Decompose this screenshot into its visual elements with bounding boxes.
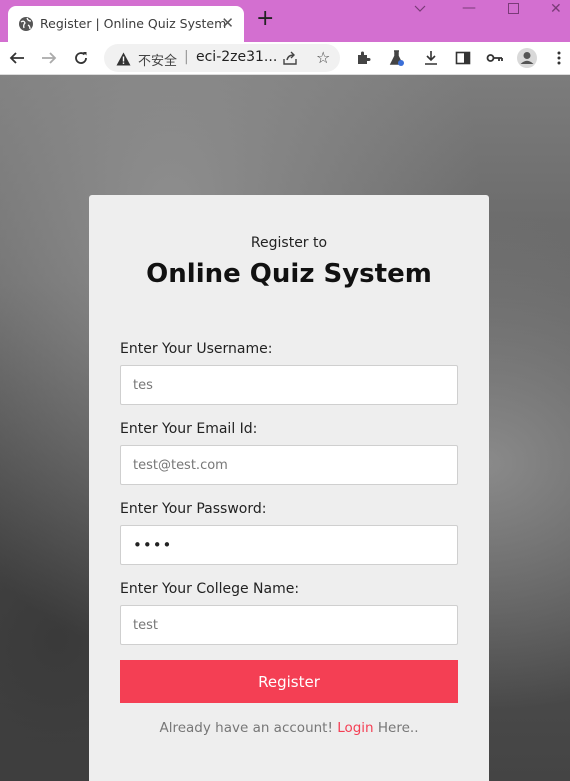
username-label: Enter Your Username: bbox=[120, 341, 273, 357]
email-label: Enter Your Email Id: bbox=[120, 421, 258, 437]
share-icon[interactable] bbox=[282, 50, 298, 70]
url-text[interactable]: eci-2ze31... bbox=[196, 49, 277, 65]
login-link[interactable]: Login bbox=[337, 720, 373, 736]
maximize-icon[interactable] bbox=[508, 2, 519, 18]
username-input[interactable] bbox=[120, 365, 458, 405]
browser-tab[interactable]: Register | Online Quiz System ✕ bbox=[8, 6, 244, 42]
menu-icon[interactable] bbox=[548, 47, 570, 69]
plus-icon[interactable]: + bbox=[256, 8, 274, 30]
college-label: Enter Your College Name: bbox=[120, 581, 300, 597]
profile-icon[interactable] bbox=[516, 47, 538, 69]
page-background: Register to Online Quiz System Enter You… bbox=[0, 75, 570, 781]
window-close-icon[interactable]: ✕ bbox=[550, 1, 562, 17]
forward-arrow-icon[interactable] bbox=[38, 47, 60, 69]
minimize-window-icon[interactable]: — bbox=[462, 0, 476, 16]
sidebar-icon[interactable] bbox=[452, 47, 474, 69]
login-suffix: Here.. bbox=[373, 720, 419, 736]
email-input[interactable] bbox=[120, 445, 458, 485]
form-subtitle: Register to bbox=[250, 235, 328, 251]
extensions-icon[interactable] bbox=[352, 47, 374, 69]
star-icon[interactable]: ☆ bbox=[316, 48, 330, 67]
browser-toolbar: 不安全 | eci-2ze31... ☆ bbox=[0, 42, 570, 75]
key-icon[interactable] bbox=[484, 47, 506, 69]
password-label: Enter Your Password: bbox=[120, 501, 267, 517]
url-separator: | bbox=[184, 49, 189, 65]
close-icon[interactable]: ✕ bbox=[221, 14, 234, 32]
warning-icon[interactable] bbox=[116, 51, 131, 70]
globe-icon bbox=[18, 16, 34, 32]
login-prompt: Already have an account! Login Here.. bbox=[89, 720, 489, 736]
back-arrow-icon[interactable] bbox=[6, 47, 28, 69]
minimize-icon[interactable] bbox=[414, 2, 426, 18]
reload-icon[interactable] bbox=[70, 47, 92, 69]
lab-icon[interactable] bbox=[386, 47, 408, 69]
login-prefix: Already have an account! bbox=[159, 720, 338, 736]
security-label: 不安全 bbox=[138, 54, 178, 69]
page-title: Online Quiz System bbox=[146, 259, 432, 289]
address-bar[interactable]: 不安全 | eci-2ze31... ☆ bbox=[104, 44, 340, 72]
tab-bar: Register | Online Quiz System ✕ + — ✕ bbox=[0, 0, 570, 42]
college-input[interactable] bbox=[120, 605, 458, 645]
tab-title: Register | Online Quiz System bbox=[40, 16, 227, 31]
download-icon[interactable] bbox=[420, 47, 442, 69]
register-button[interactable]: Register bbox=[120, 660, 458, 703]
password-input[interactable] bbox=[120, 525, 458, 565]
register-card: Register to Online Quiz System Enter You… bbox=[89, 195, 489, 781]
